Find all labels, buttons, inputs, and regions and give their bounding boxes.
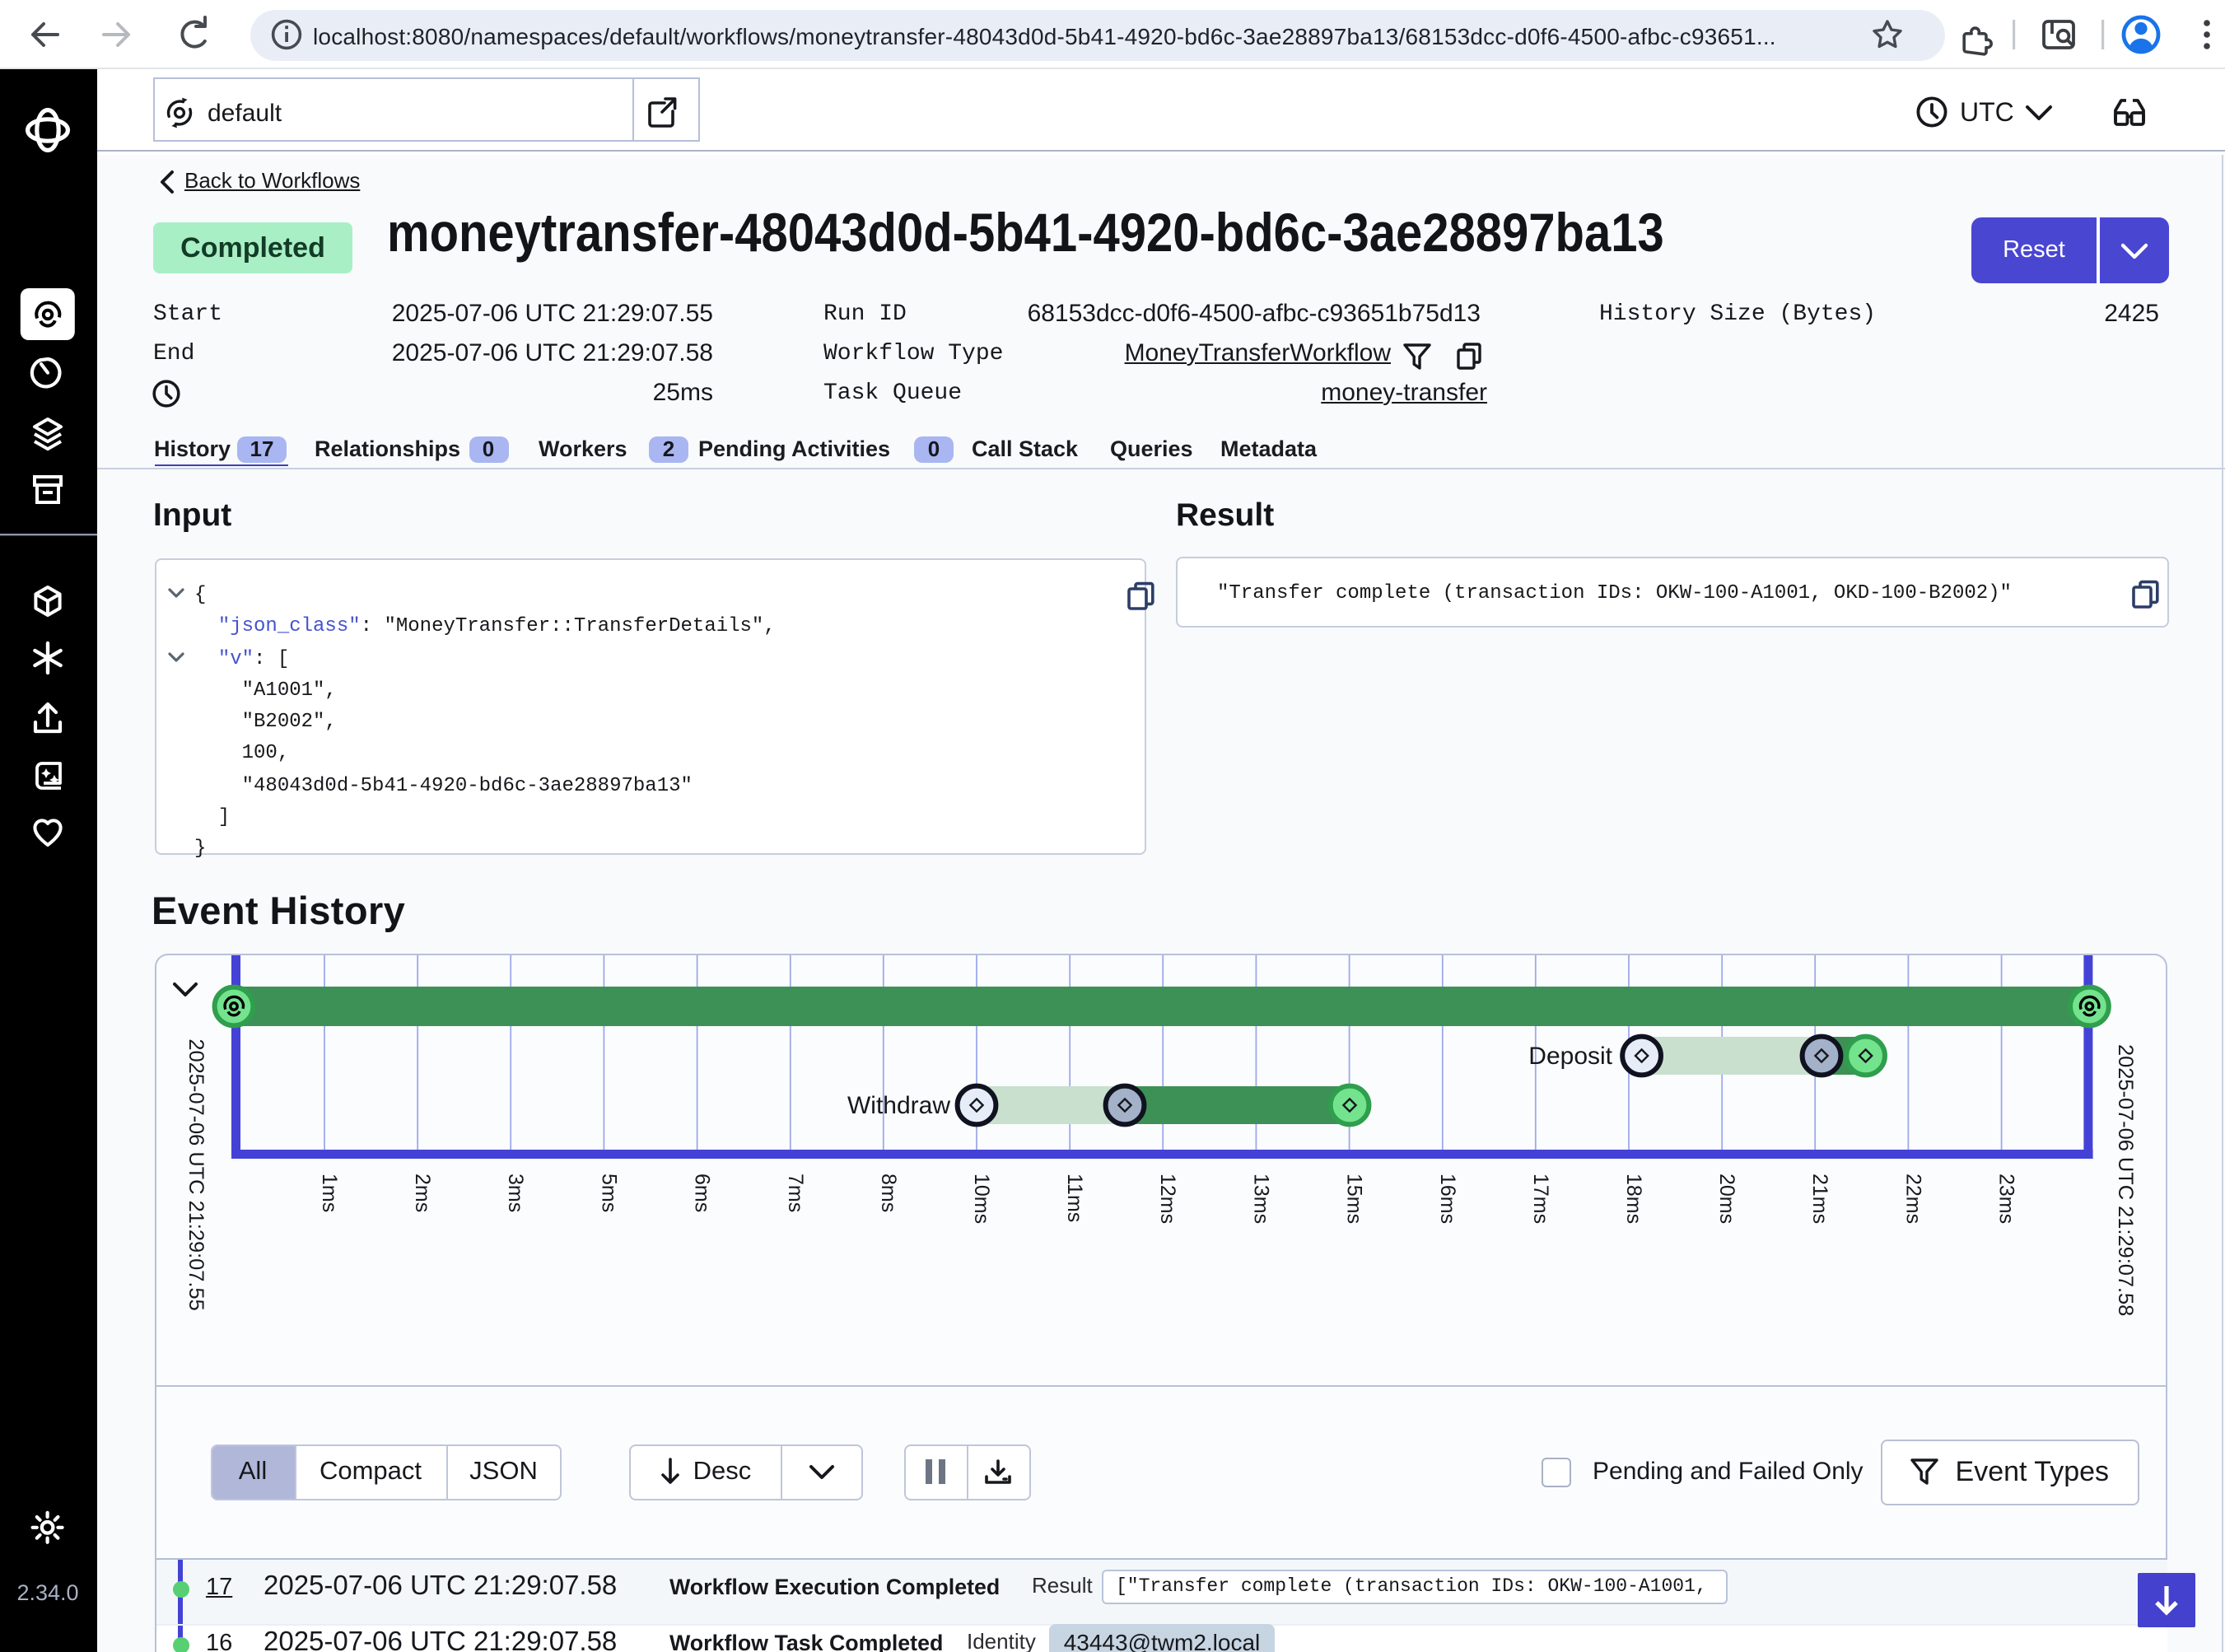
svg-text:11ms: 11ms xyxy=(1063,1174,1086,1222)
svg-text:6ms: 6ms xyxy=(691,1174,714,1212)
svg-text:8ms: 8ms xyxy=(877,1174,900,1212)
svg-text:22ms: 22ms xyxy=(1901,1174,1924,1224)
svg-text:Withdraw: Withdraw xyxy=(847,1092,950,1119)
svg-text:23ms: 23ms xyxy=(1995,1174,2018,1224)
svg-text:10ms: 10ms xyxy=(970,1174,993,1224)
svg-text:12ms: 12ms xyxy=(1156,1174,1179,1224)
svg-text:UTC: UTC xyxy=(1960,97,2014,127)
svg-text:21ms: 21ms xyxy=(1808,1174,1831,1224)
svg-text:1ms: 1ms xyxy=(318,1174,341,1212)
svg-text:default: default xyxy=(208,100,282,127)
svg-text:15ms: 15ms xyxy=(1343,1174,1366,1224)
svg-text:3ms: 3ms xyxy=(504,1174,527,1212)
svg-text:20ms: 20ms xyxy=(1715,1174,1738,1224)
svg-text:17ms: 17ms xyxy=(1529,1174,1552,1224)
svg-text:16ms: 16ms xyxy=(1436,1174,1459,1224)
svg-text:5ms: 5ms xyxy=(597,1174,620,1212)
svg-text:2025-07-06 UTC 21:29:07.55: 2025-07-06 UTC 21:29:07.55 xyxy=(184,1038,208,1310)
svg-text:18ms: 18ms xyxy=(1622,1174,1645,1224)
svg-text:13ms: 13ms xyxy=(1249,1174,1272,1224)
svg-text:2025-07-06 UTC 21:29:07.58: 2025-07-06 UTC 21:29:07.58 xyxy=(2114,1044,2137,1316)
svg-text:7ms: 7ms xyxy=(784,1174,807,1212)
svg-text:Deposit: Deposit xyxy=(1528,1043,1612,1070)
svg-text:2.34.0: 2.34.0 xyxy=(16,1580,78,1605)
svg-text:2ms: 2ms xyxy=(411,1174,434,1212)
